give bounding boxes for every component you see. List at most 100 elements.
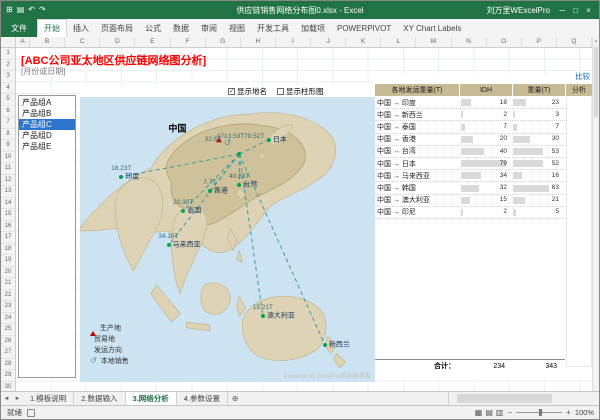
ribbon-tab-开发工具[interactable]: 开发工具 <box>251 19 295 37</box>
row-header-28[interactable]: 28 <box>1 359 15 371</box>
column-header-H[interactable]: H <box>241 37 276 47</box>
column-header-K[interactable]: K <box>346 37 381 47</box>
column-header-Q[interactable]: Q <box>557 37 592 47</box>
column-header-P[interactable]: P <box>522 37 557 47</box>
product-list-item[interactable]: 产品组B <box>19 108 75 119</box>
checkbox-显示柱形图[interactable]: 显示柱形图 <box>277 86 324 97</box>
product-group-listbox[interactable]: 产品组A产品组B产品组C产品组D产品组E <box>18 95 76 378</box>
new-sheet-button[interactable]: ⊕ <box>228 392 242 405</box>
row-header-25[interactable]: 25 <box>1 324 15 336</box>
macro-record-icon[interactable] <box>27 409 35 417</box>
product-list-item[interactable]: 产品组A <box>19 97 75 108</box>
table-row[interactable]: 中国 → 马来西亚3416 <box>375 170 565 182</box>
worksheet-grid[interactable]: [ABC公司亚太地区供应链网络图分析] [月份或日期] 产品组A产品组B产品组C… <box>16 48 592 391</box>
column-header-D[interactable]: D <box>100 37 135 47</box>
ribbon-tab-视图[interactable]: 视图 <box>223 19 251 37</box>
scroll-thumb[interactable] <box>594 47 598 117</box>
sheet-nav-right-icon[interactable]: ► <box>12 392 23 405</box>
ribbon-tab-插入[interactable]: 插入 <box>67 19 95 37</box>
checkbox-显示地名[interactable]: ✓显示地名 <box>228 86 267 97</box>
zoom-thumb[interactable] <box>539 409 542 416</box>
ribbon-tab-POWERPIVOT[interactable]: POWERPIVOT <box>331 19 397 37</box>
sheet-tab-1.模板说明[interactable]: 1.模板说明 <box>23 392 74 405</box>
ribbon-tab-XY Chart Labels[interactable]: XY Chart Labels <box>397 19 467 37</box>
row-header-27[interactable]: 27 <box>1 347 15 359</box>
close-icon[interactable]: × <box>582 6 595 15</box>
row-header-18[interactable]: 18 <box>1 244 15 256</box>
row-header-7[interactable]: 7 <box>1 117 15 129</box>
row-header-2[interactable]: 2 <box>1 60 15 72</box>
product-list-item[interactable]: 产品组E <box>19 141 75 152</box>
row-header-29[interactable]: 29 <box>1 370 15 382</box>
page-break-view-icon[interactable]: ▥ <box>496 408 504 417</box>
table-row[interactable]: 中国 → 香港2030 <box>375 134 565 146</box>
undo-icon[interactable]: ↶ <box>28 6 35 14</box>
row-header-11[interactable]: 11 <box>1 163 15 175</box>
column-header-C[interactable]: C <box>65 37 100 47</box>
table-row[interactable]: 中国 → 日本7952 <box>375 158 565 170</box>
maximize-icon[interactable]: □ <box>569 6 582 15</box>
zoom-out-icon[interactable]: − <box>507 408 512 417</box>
page-layout-view-icon[interactable]: ▤ <box>485 408 493 417</box>
column-header-A[interactable]: A <box>16 37 30 47</box>
column-header-O[interactable]: O <box>487 37 522 47</box>
table-row[interactable]: 中国 → 韩国3263 <box>375 182 565 194</box>
product-list-item[interactable]: 产品组D <box>19 130 75 141</box>
row-header-30[interactable]: 30 <box>1 382 15 392</box>
row-header-14[interactable]: 14 <box>1 198 15 210</box>
sheet-nav-left-icon[interactable]: ◄ <box>1 392 12 405</box>
row-header-16[interactable]: 16 <box>1 221 15 233</box>
row-header-5[interactable]: 5 <box>1 94 15 106</box>
row-header-15[interactable]: 15 <box>1 209 15 221</box>
compare-link[interactable]: 比较 <box>575 71 590 82</box>
table-row[interactable]: 中国 → 台湾4053 <box>375 146 565 158</box>
redo-icon[interactable]: ↷ <box>39 6 46 14</box>
column-header-B[interactable]: B <box>30 37 65 47</box>
row-header-9[interactable]: 9 <box>1 140 15 152</box>
sheet-tab-4.参数设置[interactable]: 4.参数设置 <box>177 392 228 405</box>
column-header-L[interactable]: L <box>381 37 416 47</box>
row-header-21[interactable]: 21 <box>1 278 15 290</box>
ribbon-tab-数据[interactable]: 数据 <box>167 19 195 37</box>
column-header-M[interactable]: M <box>416 37 451 47</box>
row-header-1[interactable]: 1 <box>1 48 15 60</box>
table-row[interactable]: 中国 → 印尼25 <box>375 207 565 219</box>
minimize-icon[interactable]: ─ <box>556 6 569 15</box>
row-header-17[interactable]: 17 <box>1 232 15 244</box>
table-row[interactable]: 中国 → 印度1823 <box>375 97 565 109</box>
user-name[interactable]: 刘万里WExcelPro <box>486 5 550 16</box>
horizontal-scrollbar[interactable] <box>448 392 599 405</box>
row-header-26[interactable]: 26 <box>1 336 15 348</box>
zoom-slider[interactable] <box>516 412 562 413</box>
column-header-J[interactable]: J <box>311 37 346 47</box>
row-header-6[interactable]: 6 <box>1 106 15 118</box>
ribbon-tab-审阅[interactable]: 审阅 <box>195 19 223 37</box>
row-header-23[interactable]: 23 <box>1 301 15 313</box>
vertical-scrollbar[interactable]: ▲ <box>592 37 599 391</box>
column-header-G[interactable]: G <box>206 37 241 47</box>
row-header-4[interactable]: 4 <box>1 83 15 95</box>
ribbon-tab-加载项[interactable]: 加载项 <box>295 19 331 37</box>
normal-view-icon[interactable]: ▦ <box>475 408 483 417</box>
scroll-up-icon[interactable]: ▲ <box>593 37 599 45</box>
column-header-E[interactable]: E <box>135 37 170 47</box>
sheet-tab-3.网络分析[interactable]: 3.网络分析 <box>126 392 177 405</box>
zoom-in-icon[interactable]: + <box>566 408 571 417</box>
excel-logo-icon[interactable]: ⊞ <box>6 6 13 14</box>
checkbox-icon[interactable] <box>277 88 284 95</box>
table-row[interactable]: 中国 → 泰国77 <box>375 121 565 133</box>
column-header-N[interactable]: N <box>452 37 487 47</box>
row-header-8[interactable]: 8 <box>1 129 15 141</box>
ribbon-tab-公式[interactable]: 公式 <box>139 19 167 37</box>
save-icon[interactable]: ▤ <box>17 6 25 14</box>
row-header-19[interactable]: 19 <box>1 255 15 267</box>
row-header-3[interactable]: 3 <box>1 71 15 83</box>
select-all-corner[interactable] <box>1 37 16 48</box>
checkbox-icon[interactable]: ✓ <box>228 88 235 95</box>
ribbon-tab-页面布局[interactable]: 页面布局 <box>95 19 139 37</box>
column-header-F[interactable]: F <box>171 37 206 47</box>
hscroll-thumb[interactable] <box>457 394 552 403</box>
product-list-item[interactable]: 产品组C <box>19 119 75 130</box>
table-row[interactable]: 中国 → 澳大利亚1521 <box>375 195 565 207</box>
row-header-10[interactable]: 10 <box>1 152 15 164</box>
